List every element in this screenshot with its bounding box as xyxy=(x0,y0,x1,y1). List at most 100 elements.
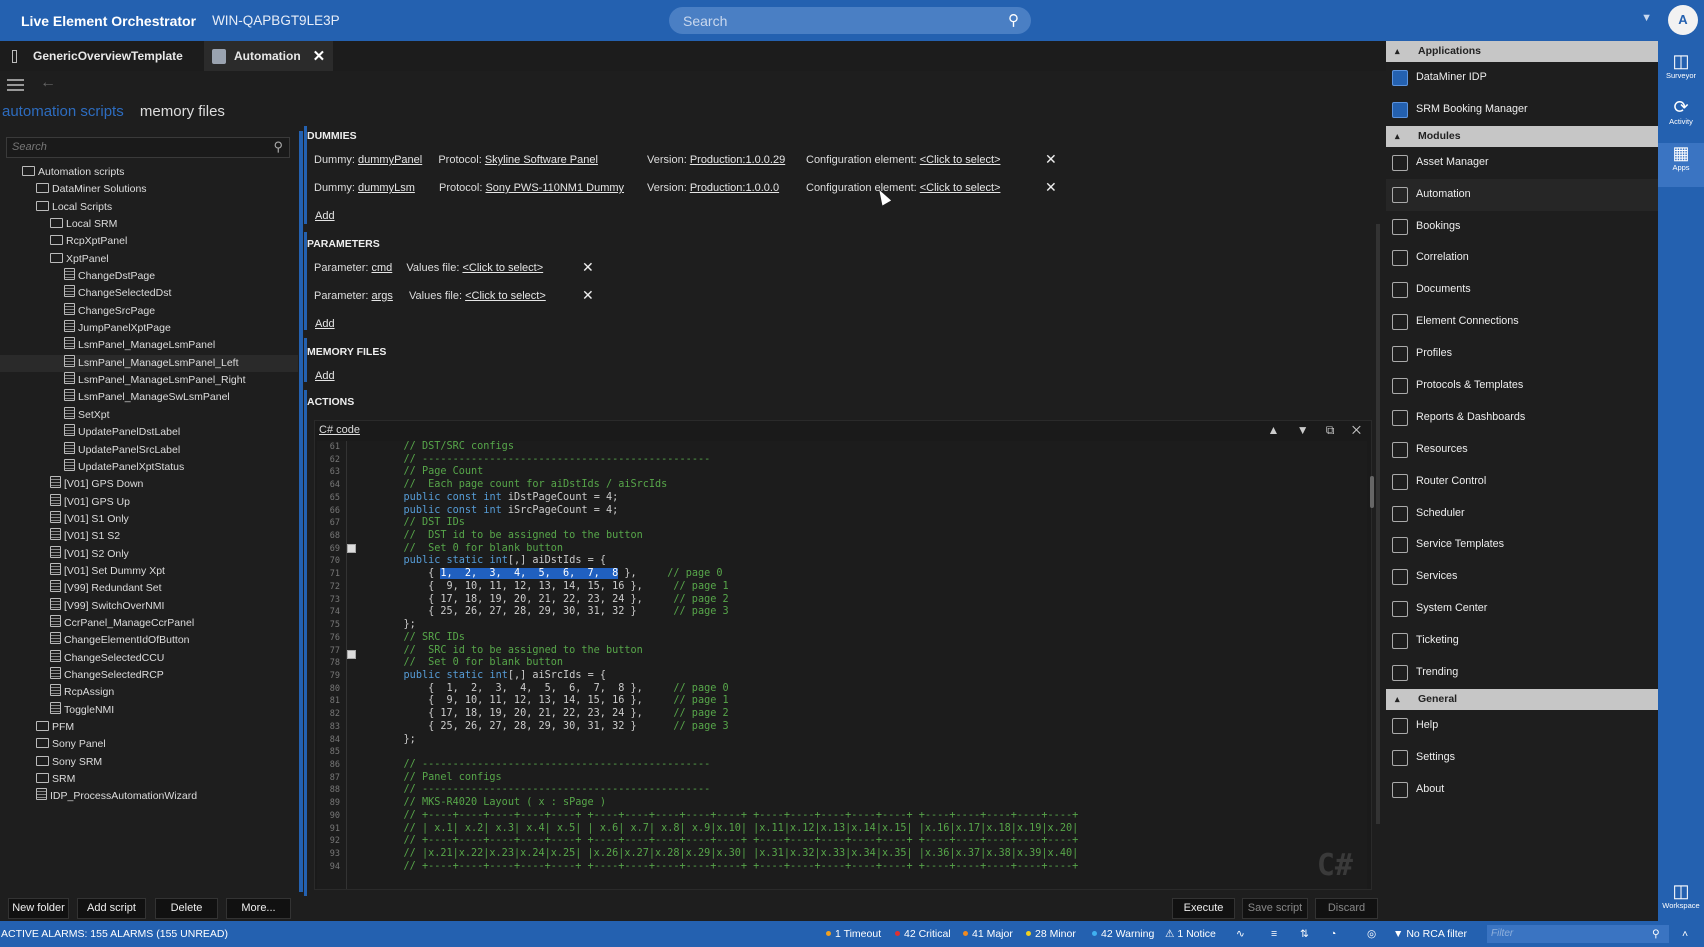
protocol-link[interactable]: Sony PWS-110NM1 Dummy xyxy=(485,182,624,194)
code-line[interactable]: // SRC IDs xyxy=(379,632,1078,645)
tree-script[interactable]: [V99] Redundant Set xyxy=(0,580,298,597)
remove-parameter-icon[interactable]: ✕ xyxy=(582,259,594,276)
add-memory-file-link[interactable]: Add xyxy=(315,370,335,382)
splitter[interactable] xyxy=(299,131,303,892)
app-item-scheduler[interactable]: Scheduler xyxy=(1386,498,1658,530)
remove-dummy-icon[interactable]: ✕ xyxy=(1045,179,1057,196)
code-line[interactable]: public static int[,] aiSrcIds = { xyxy=(379,670,1078,683)
major-count[interactable]: 41 Major xyxy=(963,921,1013,947)
parameter-link[interactable]: args xyxy=(371,290,392,302)
tree-script[interactable]: ChangeSelectedCCU xyxy=(0,649,298,667)
hamburger-menu-icon[interactable] xyxy=(7,79,24,91)
execute-button[interactable]: Execute xyxy=(1172,898,1235,919)
tree-script[interactable]: [V01] GPS Down xyxy=(0,476,298,493)
rca-filter[interactable]: ▼ No RCA filter xyxy=(1393,921,1467,947)
search-icon[interactable]: ⚲ xyxy=(1652,921,1660,947)
tree-script[interactable]: [V01] S1 Only xyxy=(0,510,298,528)
values-link[interactable]: <Click to select> xyxy=(462,262,543,274)
remove-parameter-icon[interactable]: ✕ xyxy=(582,287,594,304)
tree-script[interactable]: ToggleNMI xyxy=(0,701,298,719)
code-line[interactable]: // MKS-R4020 Layout ( x : sPage ) xyxy=(379,797,1078,810)
tree-folder[interactable]: Local SRM xyxy=(0,216,298,233)
code-line[interactable]: // Panel configs xyxy=(379,772,1078,785)
code-editor[interactable]: 61 62 63 64 65 66 67 68 69 70 71 72 73 74 75 76 77 78 79 80… xyxy=(317,441,1367,889)
code-line[interactable]: // Set 0 for blank button xyxy=(379,543,1078,556)
code-line[interactable]: // Each page count for aiDstIds / aiSrcI… xyxy=(379,479,1078,492)
app-item-bookings[interactable]: Bookings xyxy=(1386,211,1658,243)
remove-dummy-icon[interactable]: ✕ xyxy=(1045,151,1057,168)
code-line[interactable]: { 25, 26, 27, 28, 29, 30, 31, 32 } // pa… xyxy=(379,721,1078,734)
group-header[interactable]: General xyxy=(1386,688,1658,710)
move-up-icon[interactable]: ▲ xyxy=(1267,423,1279,437)
tree-script[interactable]: ChangeSelectedRCP xyxy=(0,666,298,684)
code-line[interactable]: // +----+----+----+----+----+ +----+----… xyxy=(379,835,1079,848)
app-item-help[interactable]: Help xyxy=(1386,710,1658,742)
tree-script[interactable]: ChangeSelectedDst xyxy=(0,285,298,302)
tree-script[interactable]: JumpPanelXptPage xyxy=(0,320,298,337)
app-item-element-connections[interactable]: Element Connections xyxy=(1386,306,1658,338)
close-icon[interactable]: ✕ xyxy=(1352,423,1361,437)
code-line[interactable]: // +----+----+----+----+----+ +----+----… xyxy=(379,861,1079,874)
app-item-trending[interactable]: Trending xyxy=(1386,657,1658,689)
add-dummy-link[interactable]: Add xyxy=(315,210,335,222)
tree-script[interactable]: LsmPanel_ManageLsmPanel xyxy=(0,337,298,354)
list-icon[interactable]: ≡ xyxy=(1271,921,1277,947)
close-tab-icon[interactable]: ✕ xyxy=(313,47,326,65)
tree-script[interactable]: LsmPanel_ManageLsmPanel_Left xyxy=(0,354,298,373)
active-alarms-text[interactable]: ACTIVE ALARMS: 155 ALARMS (155 UNREAD) xyxy=(1,921,228,947)
tree-script[interactable]: IDP_ProcessAutomationWizard xyxy=(0,788,298,805)
code-line[interactable]: { 25, 26, 27, 28, 29, 30, 31, 32 } // pa… xyxy=(379,606,1078,619)
tree-script[interactable]: [V01] S2 Only xyxy=(0,545,298,563)
config-link[interactable]: <Click to select> xyxy=(920,182,1001,194)
code-lines[interactable]: // DST/SRC configs // ------------------… xyxy=(379,441,1079,874)
tab-automation[interactable]: Automation ✕ xyxy=(204,41,334,71)
tree-folder[interactable]: XptPanel xyxy=(0,251,298,268)
app-item-srm-booking-manager[interactable]: SRM Booking Manager xyxy=(1386,94,1658,126)
code-line[interactable]: // DST id to be assigned to the button xyxy=(379,530,1078,543)
timeout-count[interactable]: 1 Timeout xyxy=(826,921,881,947)
add-parameter-link[interactable]: Add xyxy=(315,318,335,330)
tree-folder[interactable]: RcpXptPanel xyxy=(0,233,298,250)
code-line[interactable]: public static int[,] aiDstIds = { xyxy=(379,555,1078,568)
code-line[interactable]: public const int iSrcPageCount = 4; xyxy=(379,505,1078,518)
code-line[interactable]: public const int iDstPageCount = 4; xyxy=(379,492,1078,505)
tab-generic-overview[interactable]: GenericOverviewTemplate xyxy=(0,41,204,71)
code-line[interactable]: // DST/SRC configs xyxy=(379,441,1078,454)
alarm-filter-input[interactable]: Filter xyxy=(1487,925,1669,943)
app-item-dataminer-idp[interactable]: DataMiner IDP xyxy=(1386,62,1658,94)
dummy-link[interactable]: dummyPanel xyxy=(358,154,422,166)
app-item-services[interactable]: Services xyxy=(1386,561,1658,593)
app-item-router-control[interactable]: Router Control xyxy=(1386,466,1658,498)
search-icon[interactable]: ⚲ xyxy=(273,139,283,155)
tab-memory-files[interactable]: memory files xyxy=(140,103,225,120)
user-avatar[interactable]: A xyxy=(1668,5,1698,35)
app-item-settings[interactable]: Settings xyxy=(1386,742,1658,774)
app-item-protocols-templates[interactable]: Protocols & Templates xyxy=(1386,370,1658,402)
group-header[interactable]: Applications xyxy=(1386,41,1658,62)
code-line[interactable] xyxy=(379,746,1078,759)
version-link[interactable]: Production:1.0.0.0 xyxy=(690,182,779,194)
app-item-about[interactable]: About xyxy=(1386,774,1658,806)
main-scrollbar[interactable] xyxy=(1376,224,1380,824)
tree-script[interactable]: UpdatePanelSrcLabel xyxy=(0,441,298,459)
tree-script[interactable]: UpdatePanelXptStatus xyxy=(0,458,298,476)
code-line[interactable]: { 1, 2, 3, 4, 5, 6, 7, 8 }, // page 0 xyxy=(379,568,1078,581)
app-item-system-center[interactable]: System Center xyxy=(1386,593,1658,625)
code-line[interactable]: // -------------------------------------… xyxy=(379,784,1078,797)
tree-script[interactable]: [V01] S1 S2 xyxy=(0,528,298,545)
search-icon[interactable]: ⚲ xyxy=(1008,11,1019,29)
code-line[interactable]: { 9, 10, 11, 12, 13, 14, 15, 16 }, // pa… xyxy=(379,695,1078,708)
code-line[interactable]: // +----+----+----+----+----+ +----+----… xyxy=(379,810,1079,823)
config-link[interactable]: <Click to select> xyxy=(920,154,1001,166)
app-item-correlation[interactable]: Correlation xyxy=(1386,242,1658,274)
tree-script[interactable]: [V99] SwitchOverNMI xyxy=(0,597,298,615)
code-action-title[interactable]: C# code xyxy=(319,424,360,436)
copy-icon[interactable]: ⧉ xyxy=(1326,423,1335,437)
tree-script[interactable]: RcpAssign xyxy=(0,684,298,701)
tree-folder[interactable]: PFM xyxy=(0,719,298,736)
warning-count[interactable]: 42 Warning xyxy=(1092,921,1154,947)
protocol-link[interactable]: Skyline Software Panel xyxy=(485,154,598,166)
new-folder-button[interactable]: New folder xyxy=(8,898,69,919)
app-item-resources[interactable]: Resources xyxy=(1386,434,1658,466)
code-line[interactable]: }; xyxy=(379,734,1078,747)
